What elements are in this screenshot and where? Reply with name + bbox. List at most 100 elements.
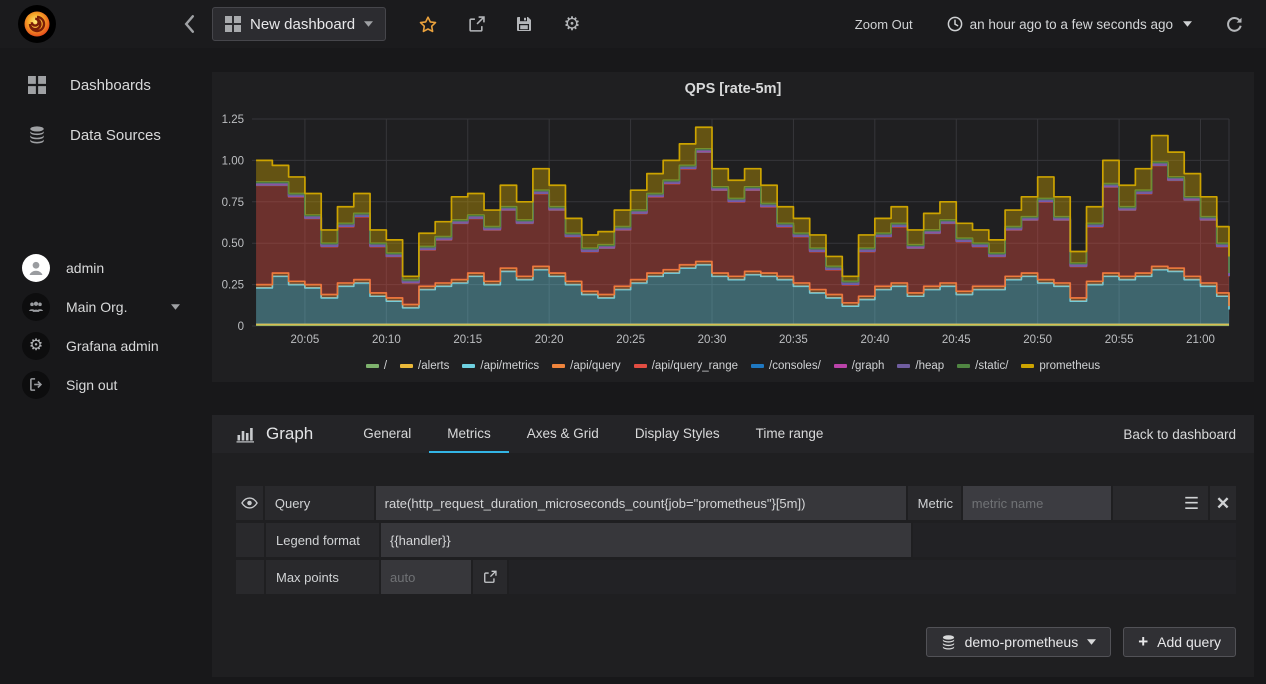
max-points-row: Max points [236,560,1236,594]
legend-item[interactable]: / [365,360,388,372]
sign-out-icon [22,370,50,399]
legend-item[interactable]: /static/ [957,360,1008,372]
svg-text:20:45: 20:45 [942,334,971,346]
max-points-label: Max points [266,560,379,594]
legend-item[interactable]: /consoles/ [751,360,821,372]
legend-format-input[interactable] [381,523,911,557]
sidebar-item-sign-out[interactable]: Sign out [0,365,212,404]
avatar-icon [22,253,50,282]
star-icon[interactable] [418,14,438,34]
org-label: Main Org. [66,298,128,315]
external-link-icon [484,570,497,583]
svg-text:20:35: 20:35 [779,334,808,346]
editor-header: Graph General Metrics Axes & Grid Displa… [212,415,1254,453]
legend-color-dash [400,364,414,368]
legend-item[interactable]: /api/metrics [462,360,539,372]
legend-label: /graph [851,360,885,372]
legend-item[interactable]: /heap [897,360,944,372]
tab-general[interactable]: General [345,415,429,453]
legend-color-dash [633,364,647,368]
sign-out-label: Sign out [66,376,118,393]
svg-text:20:40: 20:40 [860,334,889,346]
datasource-label: demo-prometheus [964,634,1079,650]
dashboards-grid-icon [28,76,46,94]
back-to-dashboard-link[interactable]: Back to dashboard [1123,427,1236,442]
time-range-picker[interactable]: an hour ago to a few seconds ago [947,16,1192,32]
dashboard-title-button[interactable]: New dashboard [212,7,387,41]
grafana-logo[interactable] [18,5,56,43]
caret-down-icon [171,303,181,310]
metric-name-input[interactable] [962,486,1111,520]
refresh-icon[interactable] [1224,14,1244,34]
tab-display-styles[interactable]: Display Styles [617,415,738,453]
svg-text:20:05: 20:05 [291,334,320,346]
grafana-admin-label: Grafana admin [66,337,159,354]
panel-editor: Graph General Metrics Axes & Grid Displa… [212,415,1254,677]
add-query-label: Add query [1157,634,1221,650]
clock-icon [947,16,962,32]
shift-to-panel-width-button[interactable] [473,560,507,594]
gear-icon: ⚙ [22,331,50,360]
svg-text:0.25: 0.25 [222,280,244,292]
spacer-cell [236,560,264,594]
legend-format-input-cell [381,523,911,557]
legend-item[interactable]: /graph [833,360,885,372]
legend-item[interactable]: /api/query_range [633,360,738,372]
legend-item[interactable]: /alerts [400,360,449,372]
query-row: Query Metric ☰ ✕ [236,486,1236,520]
legend-color-dash [462,364,476,368]
share-icon[interactable] [466,14,486,34]
legend-label: prometheus [1039,360,1101,372]
sidebar-item-profile[interactable]: admin [0,248,212,287]
tab-time-range[interactable]: Time range [738,415,842,453]
caret-down-icon [1183,21,1192,27]
tab-metrics[interactable]: Metrics [429,415,509,453]
empty-cell [509,560,1236,594]
query-input[interactable] [375,486,906,520]
legend-label: /api/query_range [651,360,738,372]
legend-item[interactable]: /api/query [552,360,621,372]
time-range-label: an hour ago to a few seconds ago [969,16,1173,32]
legend-label: /api/metrics [480,360,540,372]
close-icon[interactable]: ✕ [1216,495,1230,512]
svg-text:20:10: 20:10 [372,334,401,346]
add-query-button[interactable]: + Add query [1123,627,1236,657]
legend-label: /api/query [570,360,621,372]
toggle-query-visibility-button[interactable] [236,486,263,520]
sidebar-item-datasources[interactable]: Data Sources [0,110,212,160]
username-label: admin [66,259,105,276]
legend-format-label: Legend format [266,523,379,557]
time-series-chart[interactable]: 0 0.25 0.50 0.75 1.00 1.25 20:05 20:10 20:15 20:2… [212,106,1254,354]
plus-icon: + [1138,632,1149,651]
svg-text:20:15: 20:15 [453,334,482,346]
svg-text:20:25: 20:25 [616,334,645,346]
sidebar-item-dashboards[interactable]: Dashboards [0,60,212,110]
svg-text:0: 0 [238,321,244,333]
editor-tabs: General Metrics Axes & Grid Display Styl… [345,415,841,453]
gear-icon[interactable]: ⚙ [562,14,582,34]
sidebar-item-org-switcher[interactable]: Main Org. [0,287,212,326]
panel-title[interactable]: QPS [rate-5m] [212,72,1254,106]
caret-down-icon [1087,639,1097,645]
tab-axes-grid[interactable]: Axes & Grid [509,415,617,453]
remove-query-cell: ✕ [1210,486,1236,520]
eye-icon [241,497,258,509]
save-icon[interactable] [514,14,534,34]
chart-legend: / /alerts /api/metrics /api/query /api/q… [212,360,1254,372]
sidebar: Dashboards Data Sources admin Main Org. … [0,48,212,684]
svg-text:1.25: 1.25 [222,114,244,126]
back-chevron-icon[interactable] [178,13,200,35]
query-menu-icon[interactable]: ☰ [1184,495,1199,512]
legend-label: /static/ [975,360,1009,372]
svg-text:20:50: 20:50 [1023,334,1052,346]
graph-panel: QPS [rate-5m] 0 0.25 0.50 0.75 1.00 1.25 20:05… [212,72,1254,382]
sidebar-item-grafana-admin[interactable]: ⚙ Grafana admin [0,326,212,365]
legend-label: /consoles/ [769,360,821,372]
dashboard-title: New dashboard [250,15,356,33]
legend-item[interactable]: prometheus [1021,360,1100,372]
legend-label: / [383,360,388,372]
zoom-out-button[interactable]: Zoom Out [855,17,913,32]
datasource-selector-button[interactable]: demo-prometheus [925,627,1112,657]
editor-buttons: demo-prometheus + Add query [925,627,1236,657]
max-points-input[interactable] [381,560,471,594]
